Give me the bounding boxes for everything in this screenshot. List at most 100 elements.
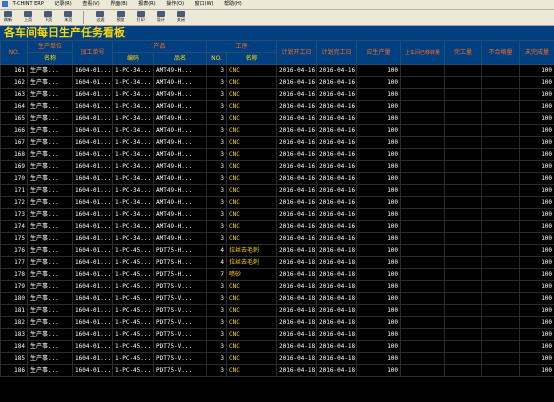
cell-name: AMT49-H... — [152, 160, 208, 173]
cell-start: 2016-04-18 — [276, 316, 318, 329]
table-row[interactable]: 164 生产事... 1604-01... 1-PC-34... AMT49-H... 3… — [0, 100, 554, 113]
table-row[interactable]: 177 生产事... 1604-01... 1-PC-45... PDT75-H... 4… — [0, 256, 554, 269]
cell-qty: 100 — [356, 244, 402, 257]
cell-no: 179 — [0, 280, 28, 293]
cell-pname: CNC — [226, 136, 278, 149]
table-row[interactable]: 174 生产事... 1604-01... 1-PC-34... AMT49-H... 3… — [0, 220, 554, 233]
menu-window[interactable]: 窗口(W) — [195, 0, 214, 9]
table-row[interactable]: 175 生产事... 1604-01... 1-PC-34... AMT49-H... 3… — [0, 232, 554, 245]
menu-help[interactable]: 帮助(H) — [224, 0, 242, 9]
cell-pname: CNC — [226, 352, 278, 365]
cell-end: 2016-04-16 — [316, 220, 358, 233]
table-row[interactable]: 165 生产事... 1604-01... 1-PC-34... AMT49-H... 3… — [0, 112, 554, 125]
cell-name: PDT75-V... — [152, 304, 208, 317]
menu-record[interactable]: 记录(R) — [54, 0, 71, 9]
table-row[interactable]: 176 生产事... 1604-01... 1-PC-45... PDT75-H... 4… — [0, 244, 554, 257]
col-plan-end[interactable]: 计划完工日 — [316, 40, 358, 65]
table-row[interactable]: 169 生产事... 1604-01... 1-PC-34... AMT49-H... 3… — [0, 160, 554, 173]
cell-no: 177 — [0, 256, 28, 269]
table-row[interactable]: 162 生产事... 1604-01... 1-PC-34... AMT49-H... 3… — [0, 76, 554, 89]
cell-end: 2016-04-16 — [316, 76, 358, 89]
cell-qty: 100 — [356, 352, 402, 365]
col-defective[interactable]: 不合格量 — [481, 40, 521, 65]
table-row[interactable]: 166 生产事... 1604-01... 1-PC-34... AMT49-H... 3… — [0, 124, 554, 137]
cell-prev — [400, 244, 446, 257]
table-row[interactable]: 170 生产事... 1604-01... 1-PC-34... AMT49-H... 3… — [0, 172, 554, 185]
cell-name: AMT49-H... — [152, 88, 208, 101]
cell-order: 1604-01... — [72, 256, 113, 269]
cell-no: 176 — [0, 244, 28, 257]
table-row[interactable]: 161 生产事... 1604-01... 1-PC-34... AMT49-H... 3… — [0, 64, 554, 77]
cell-order: 1604-01... — [72, 64, 113, 77]
table-row[interactable]: 186 生产事... 1604-01... 1-PC-45... PDT75-V... 3… — [0, 364, 554, 377]
cell-unit: 生产事... — [27, 172, 73, 185]
cell-order: 1604-01... — [72, 148, 113, 161]
last-page-button[interactable]: 末页 — [61, 10, 75, 25]
col-product-code[interactable]: 编码 — [112, 52, 154, 65]
col-product-name[interactable]: 品名 — [152, 52, 208, 65]
table-row[interactable]: 185 生产事... 1604-01... 1-PC-45... PDT75-V... 3… — [0, 352, 554, 365]
cell-start: 2016-04-18 — [276, 304, 318, 317]
table-row[interactable]: 181 生产事... 1604-01... 1-PC-45... PDT75-V... 3… — [0, 304, 554, 317]
close-button[interactable]: 关闭 — [174, 10, 188, 25]
cell-pno: 3 — [206, 88, 228, 101]
col-no[interactable]: NO. — [0, 40, 28, 65]
cell-bad — [481, 148, 521, 161]
cell-left: 100 — [519, 136, 554, 149]
cell-prev — [400, 328, 446, 341]
cell-name: PDT75-V... — [152, 364, 208, 377]
col-process-name[interactable]: 名称 — [226, 52, 278, 65]
col-unfinished[interactable]: 未完成量 — [519, 40, 554, 65]
refresh-button[interactable]: 刷新 — [1, 10, 15, 25]
cell-qty: 100 — [356, 112, 402, 125]
next-page-button[interactable]: 下页 — [41, 10, 55, 25]
table-row[interactable]: 179 生产事... 1604-01... 1-PC-45... PDT75-V... 3… — [0, 280, 554, 293]
cell-end: 2016-04-18 — [316, 280, 358, 293]
table-row[interactable]: 182 生产事... 1604-01... 1-PC-45... PDT75-V... 3… — [0, 316, 554, 329]
cell-pno: 3 — [206, 76, 228, 89]
col-to-produce[interactable]: 应生产量 — [356, 40, 402, 65]
cell-unit: 生产事... — [27, 352, 73, 365]
cell-done — [444, 292, 483, 305]
menu-report[interactable]: 报表(R) — [138, 0, 155, 9]
table-row[interactable]: 171 生产事... 1604-01... 1-PC-34... AMT49-H... 3… — [0, 184, 554, 197]
table-row[interactable]: 184 生产事... 1604-01... 1-PC-45... PDT75-V... 3… — [0, 340, 554, 353]
table-row[interactable]: 163 生产事... 1604-01... 1-PC-34... AMT49-H... 3… — [0, 88, 554, 101]
menu-interface[interactable]: 界面(B) — [110, 0, 127, 9]
table-row[interactable]: 173 生产事... 1604-01... 1-PC-34... AMT49-H... 3… — [0, 208, 554, 221]
col-prev-transferred[interactable]: 上车间已移转量 — [400, 40, 446, 65]
design-button[interactable]: 设计 — [154, 10, 168, 25]
cell-code: 1-PC-34... — [112, 100, 154, 113]
cell-pname: CNC — [226, 124, 278, 137]
col-unit-name[interactable]: 名称 — [27, 52, 73, 65]
col-process-no[interactable]: NO. — [206, 52, 228, 65]
col-order-no[interactable]: 加工单号 — [72, 40, 113, 65]
table-row[interactable]: 180 生产事... 1604-01... 1-PC-45... PDT75-V... 3… — [0, 292, 554, 305]
preview-button[interactable]: 预览 — [114, 10, 128, 25]
table-row[interactable]: 167 生产事... 1604-01... 1-PC-34... AMT49-H... 3… — [0, 136, 554, 149]
table-row[interactable]: 178 生产事... 1604-01... 1-PC-45... PDT75-H... 7… — [0, 268, 554, 281]
cell-prev — [400, 208, 446, 221]
menu-operate[interactable]: 操作(O) — [166, 0, 184, 9]
cell-done — [444, 364, 483, 377]
col-plan-start[interactable]: 计划开工日 — [276, 40, 318, 65]
cell-left: 100 — [519, 256, 554, 269]
prev-page-button[interactable]: 上页 — [21, 10, 35, 25]
cell-prev — [400, 172, 446, 185]
table-row[interactable]: 172 生产事... 1604-01... 1-PC-34... AMT49-H... 3… — [0, 196, 554, 209]
col-completed[interactable]: 完工量 — [444, 40, 483, 65]
cell-unit: 生产事... — [27, 160, 73, 173]
table-row[interactable]: 168 生产事... 1604-01... 1-PC-34... AMT49-H... 3… — [0, 148, 554, 161]
table-row[interactable]: 183 生产事... 1604-01... 1-PC-45... PDT75-V... 3… — [0, 328, 554, 341]
print-button[interactable]: 打印 — [134, 10, 148, 25]
cell-pname: CNC — [226, 100, 278, 113]
cell-pno: 4 — [206, 244, 228, 257]
cell-qty: 100 — [356, 208, 402, 221]
cell-done — [444, 124, 483, 137]
filter-button[interactable]: 过滤 — [93, 10, 107, 25]
cell-end: 2016-04-16 — [316, 112, 358, 125]
cell-no: 180 — [0, 292, 28, 305]
menu-view[interactable]: 查看(V) — [82, 0, 99, 9]
cell-unit: 生产事... — [27, 208, 73, 221]
cell-order: 1604-01... — [72, 268, 113, 281]
